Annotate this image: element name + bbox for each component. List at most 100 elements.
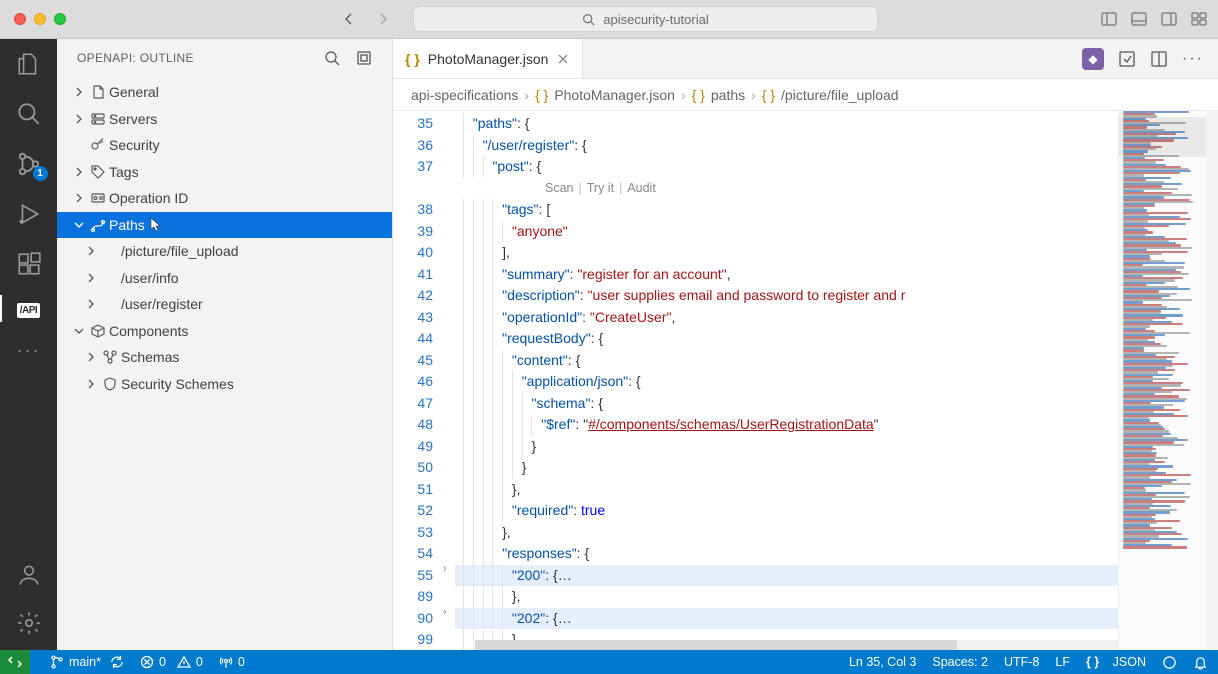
- nav-forward-icon[interactable]: [375, 11, 391, 27]
- maximize-window[interactable]: [54, 13, 66, 25]
- nav-back-icon[interactable]: [341, 11, 357, 27]
- indent[interactable]: Spaces: 2: [932, 655, 988, 669]
- breadcrumb-item[interactable]: paths: [711, 87, 745, 103]
- code-line[interactable]: "/user/register": {: [455, 135, 1118, 157]
- chevron-icon[interactable]: [83, 351, 99, 363]
- code-line[interactable]: "post": {: [455, 156, 1118, 178]
- code-line[interactable]: "requestBody": {: [455, 328, 1118, 350]
- breadcrumb[interactable]: api-specifications › { } PhotoManager.js…: [393, 79, 1218, 111]
- outline-item[interactable]: Security: [57, 132, 392, 159]
- fold-gutter[interactable]: ››: [441, 111, 455, 650]
- outline-tree[interactable]: GeneralServersSecurityTagsOperation IDPa…: [57, 77, 392, 650]
- outline-action-icon[interactable]: [356, 50, 372, 66]
- code-line[interactable]: ],: [455, 242, 1118, 264]
- panel-left-icon[interactable]: [1100, 10, 1118, 28]
- code-line[interactable]: "content": {: [455, 350, 1118, 372]
- code-line[interactable]: "$ref": "#/components/schemas/UserRegist…: [455, 414, 1118, 436]
- chevron-icon[interactable]: [71, 113, 87, 125]
- panel-bottom-icon[interactable]: [1130, 10, 1148, 28]
- editor-more-icon[interactable]: ···: [1182, 50, 1204, 68]
- code-line[interactable]: "summary": "register for an account",: [455, 264, 1118, 286]
- outline-item[interactable]: /user/info: [57, 265, 392, 292]
- problems[interactable]: 0 0: [140, 655, 203, 669]
- chevron-icon[interactable]: [83, 378, 99, 390]
- codelens-action[interactable]: Scan: [545, 178, 574, 200]
- outline-item[interactable]: /picture/file_upload: [57, 238, 392, 265]
- outline-item[interactable]: Security Schemes: [57, 371, 392, 398]
- feedback-icon[interactable]: [1162, 655, 1177, 670]
- command-center[interactable]: apisecurity-tutorial: [413, 6, 878, 32]
- codelens-action[interactable]: Try it: [587, 178, 614, 200]
- code-line[interactable]: "anyone": [455, 221, 1118, 243]
- tab-photomanager[interactable]: { } PhotoManager.json: [393, 39, 583, 78]
- outline-item[interactable]: Servers: [57, 106, 392, 133]
- api-extension-icon[interactable]: /API: [17, 301, 40, 316]
- code-line[interactable]: },: [455, 522, 1118, 544]
- breadcrumb-item[interactable]: /picture/file_upload: [781, 87, 899, 103]
- breadcrumb-item[interactable]: api-specifications: [411, 87, 518, 103]
- code-line[interactable]: "200": {…: [455, 565, 1118, 587]
- breadcrumb-item[interactable]: PhotoManager.json: [554, 87, 675, 103]
- sync-icon[interactable]: [110, 655, 124, 669]
- extension-badge-icon[interactable]: ◆: [1082, 48, 1104, 70]
- outline-search-icon[interactable]: [324, 50, 340, 66]
- minimize-window[interactable]: [34, 13, 46, 25]
- code-content[interactable]: "paths": { "/user/register": { "post": {…: [455, 111, 1118, 650]
- chevron-icon[interactable]: [71, 219, 87, 231]
- explorer-icon[interactable]: [16, 51, 42, 77]
- code-line[interactable]: },: [455, 586, 1118, 608]
- outline-item[interactable]: Paths: [57, 212, 392, 239]
- chevron-icon[interactable]: [71, 325, 87, 337]
- chevron-icon[interactable]: [83, 298, 99, 310]
- tab-close-icon[interactable]: [556, 52, 570, 66]
- git-branch[interactable]: main*: [50, 655, 124, 669]
- fold-icon[interactable]: ›: [443, 563, 447, 575]
- eol[interactable]: LF: [1055, 655, 1070, 669]
- outline-item[interactable]: /user/register: [57, 291, 392, 318]
- layout-icon[interactable]: [1190, 10, 1208, 28]
- code-line[interactable]: "required": true: [455, 500, 1118, 522]
- codelens-action[interactable]: Audit: [627, 178, 656, 200]
- horizontal-scrollbar[interactable]: [475, 640, 1118, 650]
- code-line[interactable]: "202": {…: [455, 608, 1118, 630]
- code-line[interactable]: "description": "user supplies email and …: [455, 285, 1118, 307]
- bell-icon[interactable]: [1193, 655, 1208, 670]
- chevron-icon[interactable]: [71, 86, 87, 98]
- account-icon[interactable]: [16, 562, 42, 588]
- more-icon[interactable]: ···: [17, 340, 41, 361]
- minimap[interactable]: [1118, 111, 1206, 650]
- language-mode[interactable]: { } JSON: [1086, 655, 1146, 669]
- code-line[interactable]: }: [455, 457, 1118, 479]
- close-window[interactable]: [14, 13, 26, 25]
- code-line[interactable]: "schema": {: [455, 393, 1118, 415]
- outline-item[interactable]: Tags: [57, 159, 392, 186]
- preview-icon[interactable]: [1118, 50, 1136, 68]
- cursor-position[interactable]: Ln 35, Col 3: [849, 655, 916, 669]
- source-control-icon[interactable]: 1: [16, 151, 42, 177]
- settings-gear-icon[interactable]: [16, 610, 42, 636]
- outline-item[interactable]: Operation ID: [57, 185, 392, 212]
- encoding[interactable]: UTF-8: [1004, 655, 1039, 669]
- extensions-icon[interactable]: [16, 251, 42, 277]
- panel-right-icon[interactable]: [1160, 10, 1178, 28]
- chevron-icon[interactable]: [83, 272, 99, 284]
- ports[interactable]: 0: [219, 655, 245, 669]
- code-line[interactable]: "responses": {: [455, 543, 1118, 565]
- code-line[interactable]: "operationId": "CreateUser",: [455, 307, 1118, 329]
- code-line[interactable]: "paths": {: [455, 113, 1118, 135]
- chevron-icon[interactable]: [83, 245, 99, 257]
- code-line[interactable]: },: [455, 479, 1118, 501]
- vertical-scrollbar[interactable]: [1206, 111, 1218, 650]
- outline-item[interactable]: Schemas: [57, 344, 392, 371]
- run-debug-icon[interactable]: [16, 201, 42, 227]
- remote-indicator[interactable]: [0, 650, 30, 674]
- scrollbar-thumb[interactable]: [475, 640, 957, 650]
- split-editor-icon[interactable]: [1150, 50, 1168, 68]
- chevron-icon[interactable]: [71, 166, 87, 178]
- outline-item[interactable]: Components: [57, 318, 392, 345]
- code-line[interactable]: "tags": [: [455, 199, 1118, 221]
- code-editor[interactable]: 3536373839404142434445464748495051525354…: [393, 111, 1218, 650]
- fold-icon[interactable]: ›: [443, 606, 447, 618]
- codelens[interactable]: Scan|Try it|Audit: [455, 178, 1118, 200]
- outline-item[interactable]: General: [57, 79, 392, 106]
